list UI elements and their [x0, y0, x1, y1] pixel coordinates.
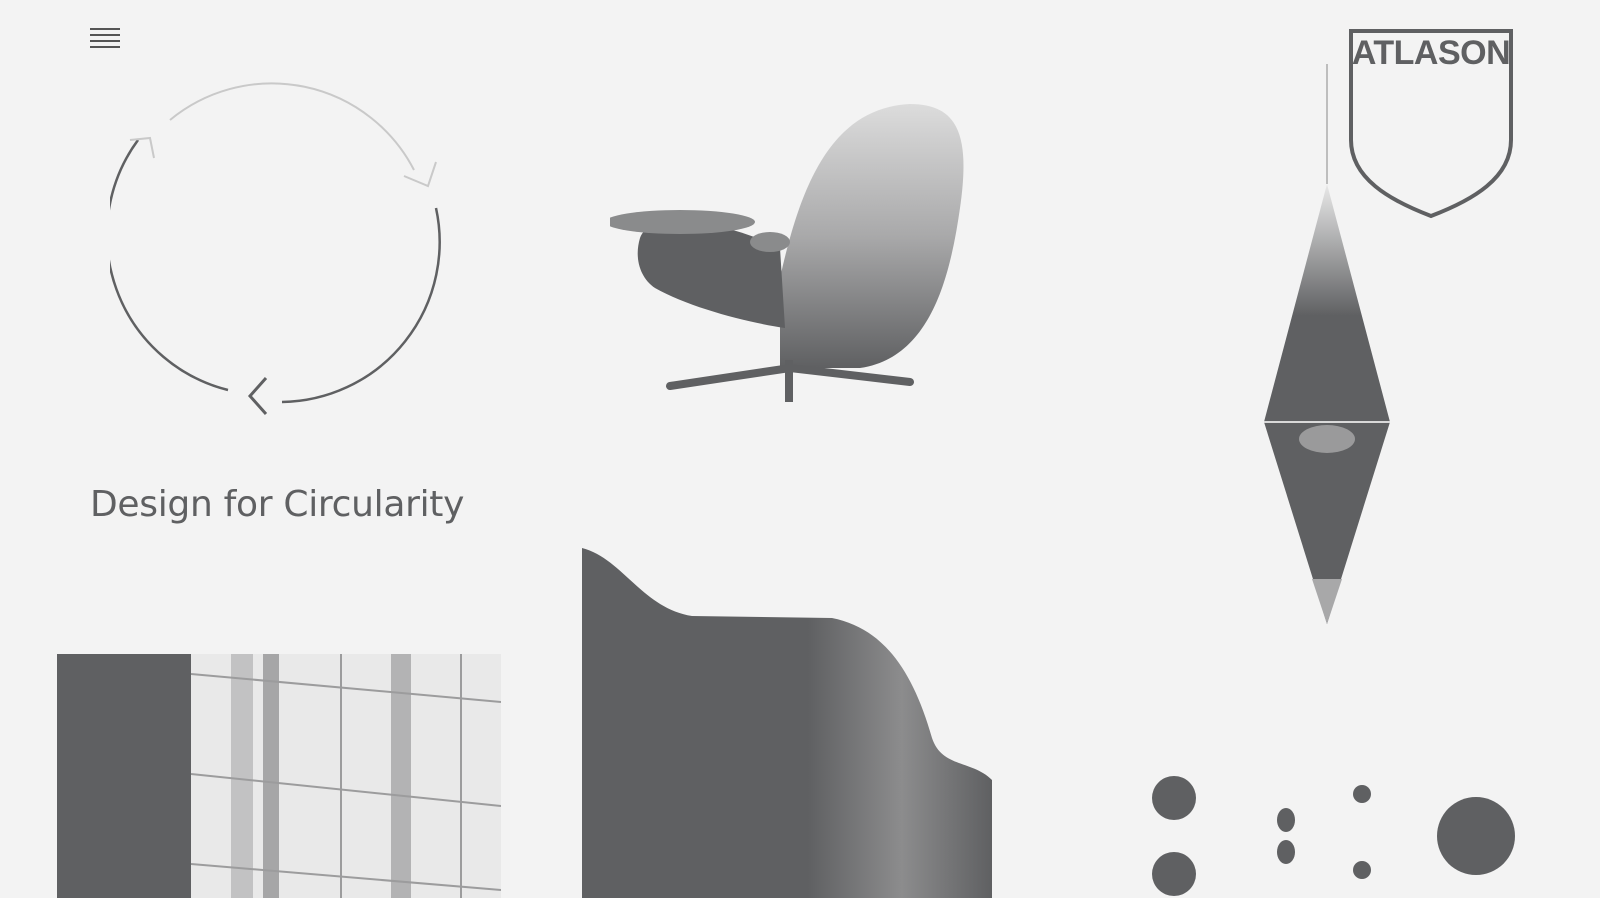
pendant-lamp-image	[1264, 64, 1390, 624]
dot-pattern-icon	[1152, 776, 1515, 896]
page-title: Design for Circularity	[90, 484, 465, 525]
menu-line	[90, 46, 120, 48]
dark-image-panel	[57, 654, 191, 898]
lounge-chair-image	[610, 104, 964, 402]
sofa-closeup-image	[582, 548, 992, 898]
menu-line	[90, 34, 120, 36]
window-photo-image	[191, 654, 501, 898]
menu-line	[90, 40, 120, 42]
menu-button[interactable]	[90, 28, 120, 54]
circular-arrows-icon	[110, 82, 441, 415]
menu-line	[90, 28, 120, 30]
